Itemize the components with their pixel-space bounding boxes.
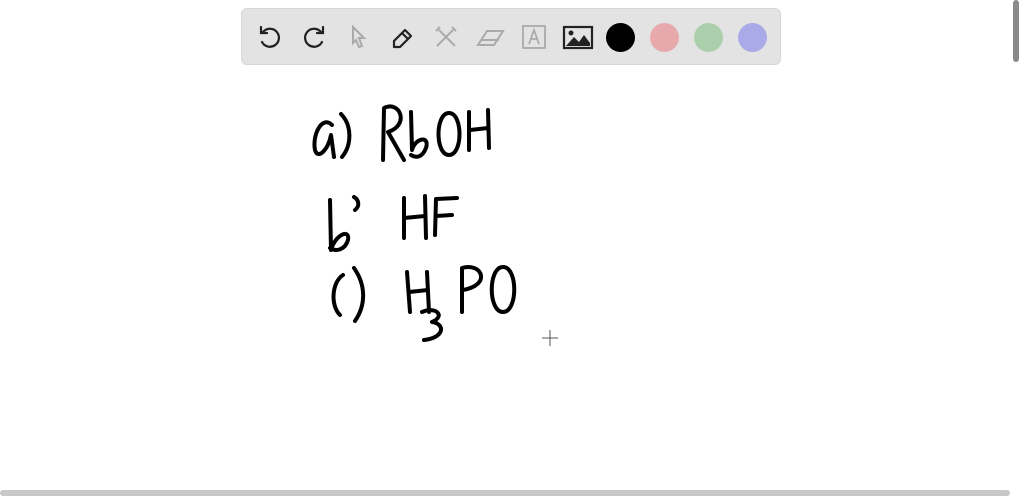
handwriting-strokes: [312, 104, 517, 342]
select-tool-button[interactable]: [342, 21, 374, 53]
undo-icon: [259, 25, 281, 48]
redo-button[interactable]: [298, 21, 330, 53]
text-tool-button[interactable]: [518, 21, 550, 53]
drawing-toolbar: [241, 8, 781, 65]
pen-tool-button[interactable]: [386, 21, 418, 53]
undo-button[interactable]: [254, 21, 286, 53]
whiteboard-canvas[interactable]: a) RbOH b) HF c) H3PO: [0, 0, 1010, 488]
redo-icon: [303, 25, 325, 48]
cursor-icon: [352, 24, 367, 49]
color-black-swatch[interactable]: [606, 23, 635, 52]
crosshair-cursor-icon: [542, 330, 558, 346]
text-icon: [522, 25, 546, 49]
tools-button[interactable]: [430, 21, 462, 53]
horizontal-scrollbar[interactable]: [0, 490, 1010, 496]
color-green-swatch[interactable]: [694, 23, 723, 52]
tools-icon: [435, 26, 457, 47]
eraser-icon: [476, 30, 505, 46]
color-purple-swatch[interactable]: [738, 23, 767, 52]
vertical-scrollbar[interactable]: [1013, 0, 1019, 62]
eraser-tool-button[interactable]: [474, 21, 506, 53]
color-pink-swatch[interactable]: [650, 23, 679, 52]
image-tool-button[interactable]: [562, 21, 594, 53]
image-icon: [562, 25, 594, 50]
pencil-icon: [392, 28, 413, 49]
